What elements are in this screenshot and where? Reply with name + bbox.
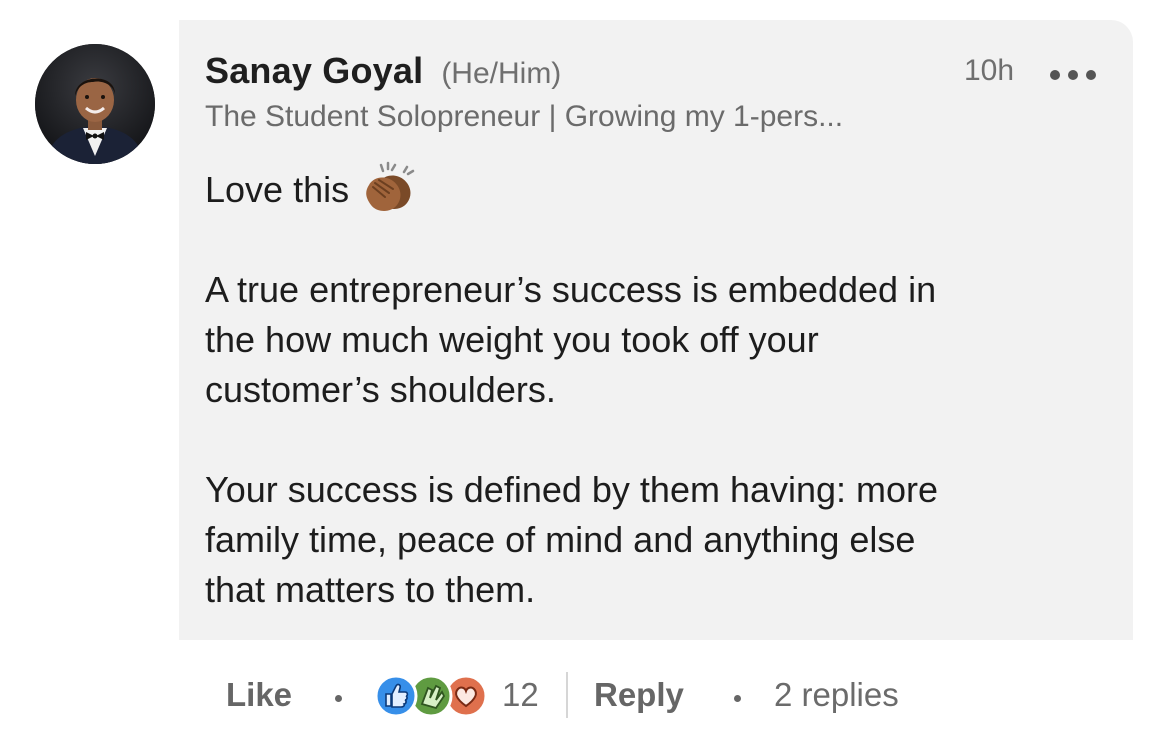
comment-body: Love this A true entrepreneur’s success … (205, 162, 1105, 615)
author-row: Sanay Goyal (He/Him) (205, 50, 561, 94)
comment-text: Love this (205, 169, 350, 210)
clapping-hands-icon (366, 162, 415, 212)
author-headline: The Student Solopreneur | Growing my 1-p… (205, 100, 844, 133)
comment-line: Your success is defined by them having: … (205, 469, 939, 510)
comment-thread: Sanay Goyal (He/Him) 10h The Student Sol… (0, 0, 1169, 752)
more-horizontal-icon-dot (1086, 70, 1096, 80)
comment-actions: Like 12 Reply 2 replies (0, 668, 1169, 724)
comment-line: Love this (205, 162, 1105, 215)
more-horizontal-icon-dot (1050, 70, 1060, 80)
avatar[interactable] (35, 44, 155, 164)
comment-line: customer’s shoulders. (205, 369, 556, 410)
reactions-summary[interactable] (372, 674, 490, 718)
comment-timestamp: 10h (964, 54, 1015, 87)
comment-line: family time, peace of mind and anything … (205, 519, 916, 560)
view-replies-link[interactable]: 2 replies (774, 676, 899, 714)
separator-dot (734, 695, 741, 702)
more-horizontal-icon-dot (1068, 70, 1078, 80)
reaction-count[interactable]: 12 (502, 676, 539, 714)
comment-line: the how much weight you took off your (205, 319, 819, 360)
author-name[interactable]: Sanay Goyal (205, 50, 423, 92)
more-options-button[interactable] (1050, 62, 1096, 88)
reply-button[interactable]: Reply (594, 676, 684, 714)
profile-photo (35, 44, 155, 164)
author-pronouns: (He/Him) (441, 57, 562, 90)
comment-line: A true entrepreneur’s success is embedde… (205, 269, 937, 310)
divider (566, 672, 568, 718)
like-button[interactable]: Like (226, 676, 292, 714)
like-reaction-icon (374, 674, 418, 718)
comment-line: that matters to them. (205, 569, 536, 610)
separator-dot (335, 695, 342, 702)
